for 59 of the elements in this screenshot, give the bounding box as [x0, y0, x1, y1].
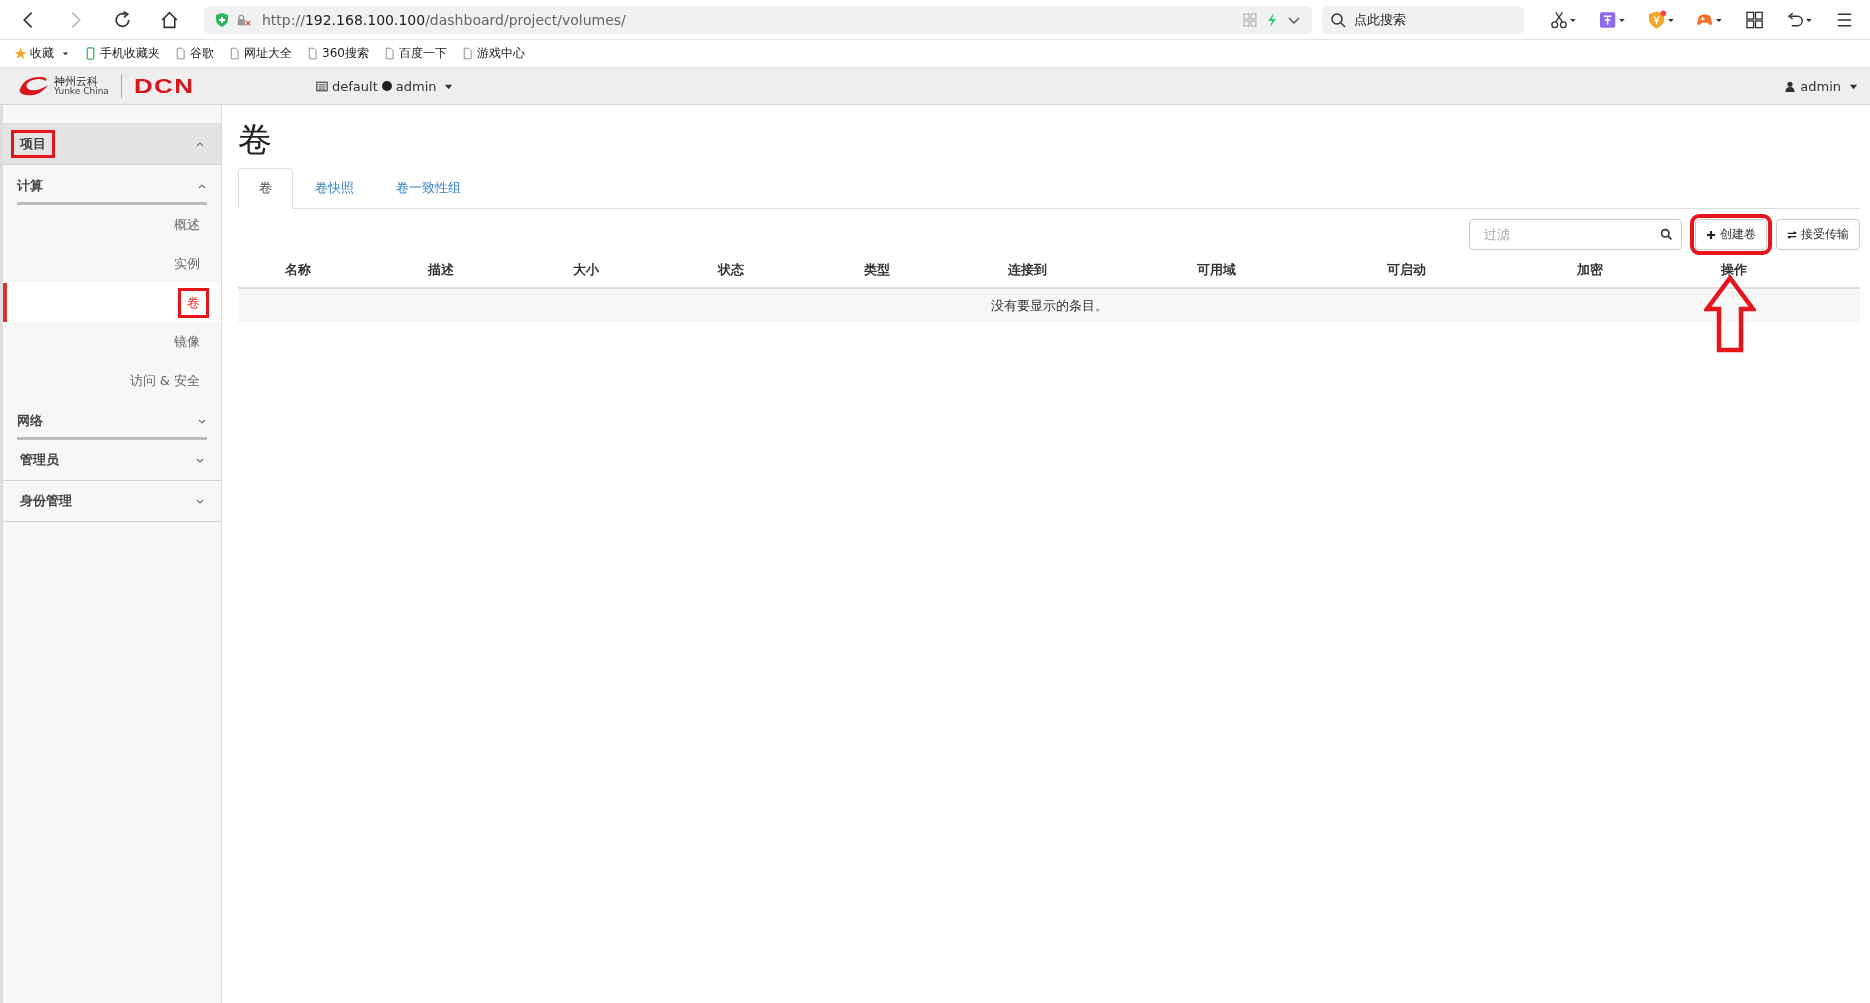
column-header: 可用域 — [1195, 260, 1237, 279]
logo[interactable]: 神州云科 Yunke China DCN — [0, 73, 316, 99]
column-header: 可启动 — [1385, 260, 1427, 279]
translate-icon[interactable] — [1598, 9, 1626, 30]
star-icon — [14, 47, 27, 60]
column-header: 加密 — [1576, 260, 1604, 279]
page-title: 卷 — [238, 119, 273, 160]
sidebar-group[interactable]: 项目 — [3, 124, 221, 165]
tab[interactable]: 卷 — [238, 167, 293, 209]
search-icon — [1660, 228, 1673, 242]
filter-field[interactable]: 过滤 — [1469, 219, 1682, 251]
tab[interactable]: 卷一致性组 — [376, 167, 481, 208]
column-header: 名称 — [284, 260, 312, 279]
plus-icon — [1706, 229, 1716, 240]
column-header: 描述 — [427, 260, 455, 279]
user-menu[interactable]: admin — [1784, 78, 1858, 94]
url-text: http://192.168.100.100/dashboard/project/volumes/ — [262, 11, 626, 28]
search-icon — [1330, 11, 1347, 28]
shield-icon — [214, 11, 230, 28]
page-icon — [174, 47, 187, 60]
page-icon — [228, 47, 241, 60]
sidebar-subgroup[interactable]: 网络 — [17, 400, 207, 440]
grid-icon[interactable] — [1745, 9, 1765, 30]
sidebar-item[interactable]: 访问 & 安全 — [3, 361, 221, 400]
sidebar-item[interactable]: 卷 — [3, 283, 221, 322]
lock-icon — [236, 11, 252, 28]
search-field[interactable]: 点此搜索 — [1322, 5, 1525, 34]
address-bar[interactable]: http://192.168.100.100/dashboard/project/volumes/ — [204, 5, 1313, 34]
phone-icon — [84, 47, 97, 60]
accept-transfer-button[interactable]: 接受传输 — [1776, 219, 1860, 251]
bookmark-link[interactable]: 谷歌 — [174, 45, 214, 62]
sidebar-item[interactable]: 实例 — [3, 244, 221, 283]
empty-message: 没有要显示的条目。 — [990, 296, 1108, 315]
column-header: 连接到 — [1006, 260, 1048, 279]
user-icon — [1784, 80, 1797, 92]
sidebar-group[interactable]: 管理员 — [3, 440, 221, 481]
sidebar-subgroup[interactable]: 计算 — [17, 165, 207, 205]
tab[interactable]: 卷快照 — [295, 167, 374, 208]
sidebar-group[interactable]: 身份管理 — [3, 481, 221, 522]
sidebar-item[interactable]: 镜像 — [3, 322, 221, 361]
list-icon — [316, 80, 328, 92]
column-header: 大小 — [572, 260, 600, 279]
bookmark-link[interactable]: 百度一下 — [382, 45, 447, 62]
bookmark-link[interactable]: 收藏 — [14, 45, 70, 62]
column-header: 类型 — [863, 260, 891, 279]
bookmark-link[interactable]: 游戏中心 — [460, 45, 525, 62]
bookmark-link[interactable]: 360搜索 — [306, 45, 369, 62]
shield-coin-icon[interactable] — [1647, 9, 1675, 30]
project-dropdown[interactable]: default admin — [316, 78, 454, 94]
swap-arrows-icon — [1787, 229, 1797, 240]
scissors-icon[interactable] — [1550, 9, 1577, 30]
column-header: 操作 — [1720, 260, 1748, 279]
dot-icon — [381, 81, 392, 91]
page-icon — [306, 47, 319, 60]
sidebar-item[interactable]: 概述 — [3, 205, 221, 244]
search-input[interactable]: 点此搜索 — [1352, 11, 1517, 28]
bookmark-link[interactable]: 网址大全 — [228, 45, 292, 62]
bookmark-link[interactable]: 手机收藏夹 — [84, 45, 160, 62]
column-header: 状态 — [716, 260, 745, 279]
